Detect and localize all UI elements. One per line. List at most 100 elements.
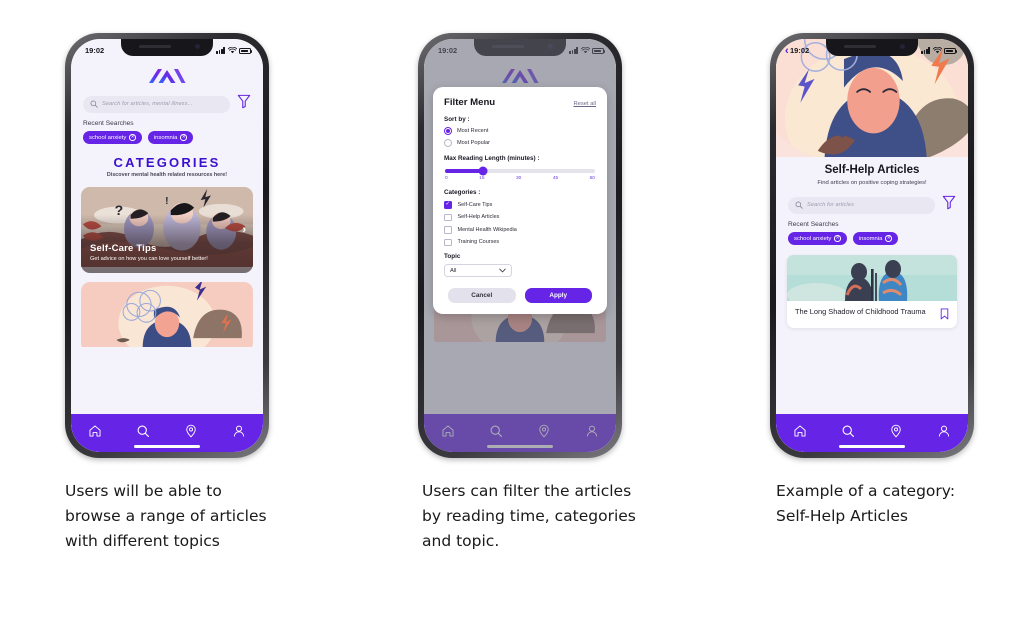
checkbox-icon[interactable] [444, 238, 452, 247]
notch [121, 39, 213, 56]
tick: 0 [445, 176, 448, 182]
sort-by-label: Sort by : [444, 116, 470, 123]
radio-label: Most Recent [457, 128, 489, 134]
checkbox-icon[interactable] [444, 201, 452, 209]
chip-insomnia[interactable]: insomnia ✕ [852, 232, 898, 245]
location-icon[interactable] [889, 424, 903, 438]
radio-most-recent[interactable]: Most Recent [444, 127, 596, 135]
category-card-second[interactable] [81, 282, 253, 352]
search-row: Search for articles, mental illness... [71, 94, 263, 114]
signal-icon [216, 47, 225, 54]
battery-icon [944, 47, 958, 54]
page-subtitle: Find articles on positive coping strateg… [817, 180, 927, 186]
slider-thumb[interactable] [478, 166, 487, 176]
home-indicator [839, 445, 905, 448]
reading-length-label: Max Reading Length (minutes) : [444, 155, 540, 162]
card-title: Self-Care Tips [90, 243, 157, 255]
radio-label: Most Popular [457, 140, 490, 146]
topic-select[interactable]: All [444, 264, 512, 278]
search-input[interactable]: Search for articles [788, 196, 935, 214]
caption-browse: Users will be able to browse a range of … [65, 482, 267, 551]
search-icon [90, 100, 98, 108]
checkbox-mental-health-wikipedia[interactable]: Mental Health Wikipedia [444, 226, 596, 234]
page-title: Self-Help Articles [824, 164, 920, 176]
phone1-content: Search for articles, mental illness... R… [71, 59, 263, 414]
categories-label: Categories : [444, 189, 481, 197]
profile-icon[interactable] [232, 424, 246, 438]
checkbox-label: Self-Help Articles [457, 214, 500, 221]
tick: 30 [515, 176, 522, 182]
checkbox-label: Mental Health Wikipedia [457, 226, 517, 233]
bottom-nav [71, 414, 263, 452]
search-icon[interactable] [136, 424, 150, 438]
location-icon[interactable] [184, 424, 198, 438]
search-icon [795, 201, 803, 209]
radio-icon[interactable] [444, 127, 452, 135]
tick: 15 [479, 176, 485, 182]
wifi-icon [227, 47, 237, 54]
radio-most-popular[interactable]: Most Popular [444, 139, 596, 147]
checkbox-self-care-tips[interactable]: Self-Care Tips [444, 201, 596, 209]
category-card-self-care[interactable]: ? ! Self-Care Tips Get advice on how you… [81, 187, 253, 273]
categories-header: CATEGORIES Discover mental health relate… [71, 155, 263, 178]
chip-remove-icon[interactable]: ✕ [180, 134, 187, 141]
filter-icon[interactable] [237, 94, 251, 114]
search-input[interactable]: Search for articles, mental illness... [83, 95, 230, 113]
cancel-button[interactable]: Cancel [448, 288, 516, 303]
card-subtitle: Get advice on how you can love yourself … [90, 256, 208, 263]
chip-remove-icon[interactable]: ✕ [885, 235, 892, 242]
reading-length-slider[interactable]: 0 15 30 45 60 [444, 166, 596, 182]
recent-searches-label: Recent Searches [788, 221, 839, 228]
chip-school-anxiety[interactable]: school anxiety ✕ [788, 232, 847, 245]
chevron-down-icon [499, 268, 506, 273]
home-indicator [134, 445, 200, 448]
filter-icon[interactable] [942, 195, 956, 215]
apply-button[interactable]: Apply [524, 288, 592, 303]
chip-remove-icon[interactable]: ✕ [834, 235, 841, 242]
dialog-title: Filter Menu [444, 97, 496, 108]
checkbox-label: Self-Care Tips [457, 201, 493, 208]
phone-category: 19:02 ‹ Self-Help Articles Find articles… [770, 33, 974, 458]
article-image [787, 255, 957, 301]
home-icon[interactable] [88, 424, 102, 438]
checkbox-icon[interactable] [444, 213, 452, 222]
topic-label: Topic [444, 253, 461, 261]
signal-icon [921, 47, 930, 54]
bookmark-icon[interactable] [940, 308, 949, 320]
tick: 45 [552, 176, 559, 182]
reset-all-link[interactable]: Reset all [573, 101, 596, 107]
bottom-nav [776, 414, 968, 452]
search-placeholder: Search for articles, mental illness... [102, 101, 193, 107]
wifi-icon [932, 47, 942, 54]
radio-icon[interactable] [444, 139, 452, 147]
chip-remove-icon[interactable]: ✕ [129, 134, 136, 141]
search-icon[interactable] [841, 424, 855, 438]
home-icon[interactable] [793, 424, 807, 438]
battery-icon [239, 47, 253, 54]
chip-insomnia[interactable]: insomnia ✕ [147, 131, 193, 144]
card-illustration [81, 282, 253, 348]
caption-category: Example of a category: Self-Help Article… [776, 482, 956, 526]
checkbox-self-help-articles[interactable]: Self-Help Articles [444, 213, 596, 222]
checkbox-icon[interactable] [444, 226, 452, 234]
search-placeholder: Search for articles [807, 202, 854, 208]
filter-menu-dialog: Filter Menu Reset all Sort by : Most Rec… [433, 87, 607, 314]
phone3-content: ‹ Self-Help Articles Find articles on po… [776, 39, 968, 414]
page-subtitle: Discover mental health related resources… [106, 172, 228, 178]
recent-searches-label: Recent Searches [83, 120, 134, 127]
page-title: CATEGORIES [113, 155, 221, 170]
status-time: 19:02 [85, 46, 105, 55]
phone-filter: 19:02 [418, 33, 622, 458]
checkbox-training-courses[interactable]: Training Courses [444, 238, 596, 247]
article-title: The Long Shadow of Childhood Trauma [795, 307, 926, 316]
checkbox-label: Training Courses [457, 239, 500, 246]
caption-filter: Users can filter the articles by reading… [422, 482, 636, 551]
poster-stage: 19:02 Search for articles, mental illnes… [0, 0, 1027, 629]
chevron-right-icon[interactable]: › [242, 224, 246, 236]
profile-icon[interactable] [937, 424, 951, 438]
chip-school-anxiety[interactable]: school anxiety ✕ [83, 131, 142, 144]
recent-search-chips: school anxiety ✕ insomnia ✕ [71, 131, 263, 144]
article-card[interactable]: The Long Shadow of Childhood Trauma [787, 255, 957, 328]
article-art [787, 255, 957, 301]
status-time: 19:02 [790, 46, 810, 55]
